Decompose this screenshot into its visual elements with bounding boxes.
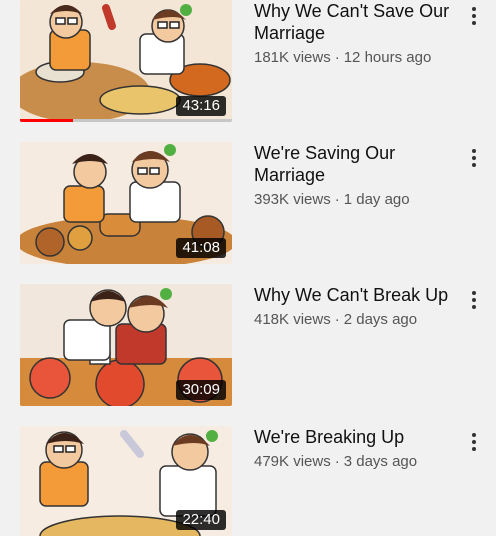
video-item[interactable]: 22:40 We're Breaking Up 479K views · 3 day…: [0, 426, 496, 536]
upload-age: 3 days ago: [343, 453, 418, 470]
more-vert-icon[interactable]: [464, 2, 484, 30]
video-meta: Why We Can't Break Up 418K views · 2 days …: [254, 284, 454, 329]
separator-dot: ·: [334, 311, 340, 328]
video-thumbnail[interactable]: 22:40: [20, 426, 232, 536]
video-thumbnail[interactable]: 41:08: [20, 142, 232, 264]
video-item[interactable]: 30:09 Why We Can't Break Up 418K views · 2…: [0, 284, 496, 414]
more-vert-icon[interactable]: [464, 286, 484, 314]
video-stats: 418K views · 2 days ago: [254, 310, 454, 329]
view-count: 479K views: [254, 453, 331, 470]
upload-age: 12 hours ago: [343, 49, 432, 66]
upload-age: 2 days ago: [343, 311, 418, 328]
video-meta: We're Saving Our Marriage 393K views · 1 d…: [254, 142, 454, 209]
view-count: 418K views: [254, 311, 331, 328]
video-item[interactable]: 41:08 We're Saving Our Marriage 393K vie…: [0, 142, 496, 272]
duration-badge: 22:40: [176, 510, 226, 530]
separator-dot: ·: [334, 49, 340, 66]
more-vert-icon[interactable]: [464, 144, 484, 172]
view-count: 181K views: [254, 49, 331, 66]
view-count: 393K views: [254, 191, 331, 208]
video-list: 43:16 Why We Can't Save Our Marriage 181…: [0, 0, 496, 536]
duration-badge: 30:09: [176, 380, 226, 400]
watch-progress-bar: [20, 119, 73, 122]
video-title[interactable]: Why We Can't Break Up: [254, 284, 454, 306]
video-meta: Why We Can't Save Our Marriage 181K view…: [254, 0, 454, 67]
video-stats: 393K views · 1 day ago: [254, 190, 454, 209]
video-title[interactable]: We're Breaking Up: [254, 426, 454, 448]
more-vert-icon[interactable]: [464, 428, 484, 456]
separator-dot: ·: [334, 191, 340, 208]
video-meta: We're Breaking Up 479K views · 3 days ago: [254, 426, 454, 471]
video-title[interactable]: We're Saving Our Marriage: [254, 142, 454, 186]
video-stats: 479K views · 3 days ago: [254, 452, 454, 471]
video-stats: 181K views · 12 hours ago: [254, 48, 454, 67]
upload-age: 1 day ago: [343, 191, 410, 208]
video-title[interactable]: Why We Can't Save Our Marriage: [254, 0, 454, 44]
video-item[interactable]: 43:16 Why We Can't Save Our Marriage 181…: [0, 0, 496, 130]
duration-badge: 43:16: [176, 96, 226, 116]
video-thumbnail[interactable]: 43:16: [20, 0, 232, 122]
separator-dot: ·: [334, 453, 340, 470]
video-thumbnail[interactable]: 30:09: [20, 284, 232, 406]
duration-badge: 41:08: [176, 238, 226, 258]
